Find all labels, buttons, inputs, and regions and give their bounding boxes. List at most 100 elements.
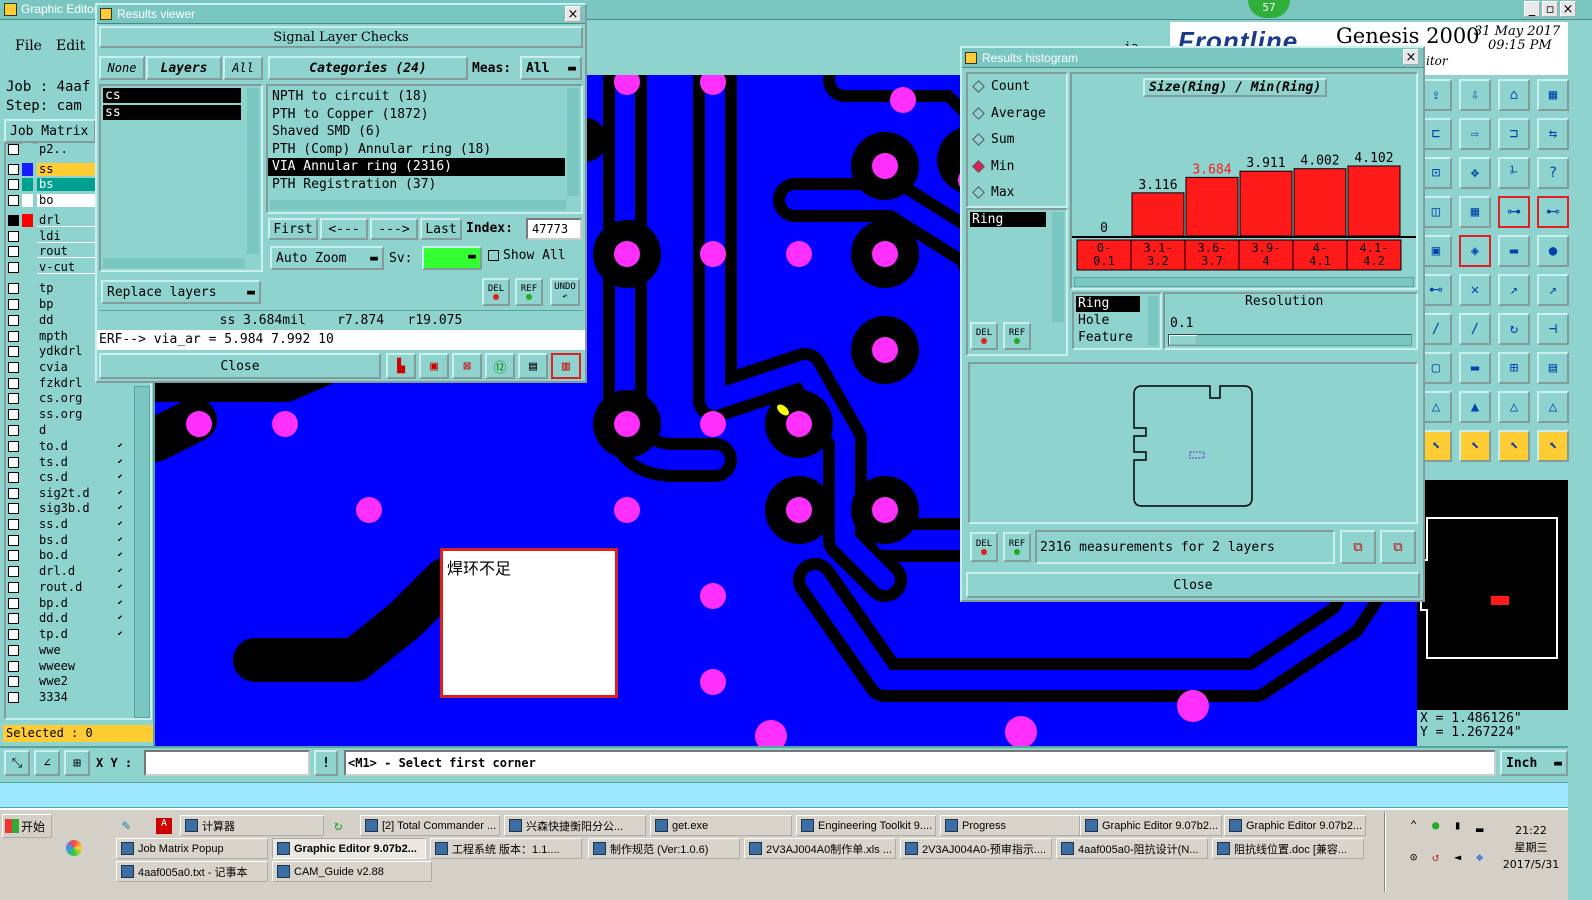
category-item[interactable]: Shaved SMD (6) [268,123,565,141]
dot-icon[interactable]: ● [1537,235,1569,267]
taskbar-item[interactable]: 工程系统 版本：1.1.... [430,838,582,859]
menu-edit[interactable]: Edit [56,38,85,54]
right-arrow-icon[interactable]: ⇨ [1459,118,1491,150]
rv-category-list[interactable]: NPTH to circuit (18) PTH to Copper (1872)… [266,84,583,214]
hist-bar[interactable] [1293,168,1347,237]
layer-checkbox[interactable] [8,425,19,436]
layer-row[interactable]: cs.d ⬋ [8,470,123,485]
rv-category-hscroll[interactable] [270,200,566,210]
auto-zoom-select[interactable]: Auto Zoom ▬ [270,246,384,270]
hist-feature-item[interactable]: Hole [1076,312,1140,329]
tray-search-icon[interactable]: ⊙ [1410,850,1428,878]
taskbar-item[interactable]: 2V3AJ004A0制作单.xls ... [744,838,896,859]
layer-row[interactable]: sig3b.d ⬋ [8,501,123,516]
taskbar-item[interactable]: 阻抗线位置.doc [兼容... [1212,838,1364,859]
tray-signal-icon[interactable]: ▂ [1476,818,1494,846]
histogram-chart[interactable]: 00-0.13.1163.1-3.23.6843.6-3.73.9113.9-4… [1072,100,1416,280]
layer-checkbox[interactable] [8,299,19,310]
layer-row[interactable]: tp.d ⬋ [8,627,123,642]
taskbar-item[interactable]: Engineering Toolkit 9.... [796,815,936,836]
taskbar-item[interactable]: 制作规范 (Ver:1.0.6) [588,838,740,859]
hist-export-2-icon[interactable]: ⧉ [1380,530,1416,564]
taskbar-item[interactable]: Graphic Editor 9.07b2... [1224,815,1366,836]
layer-checkbox[interactable] [8,144,19,155]
tray-green-icon[interactable]: ● [1432,818,1450,846]
taskbar-item[interactable]: Graphic Editor 9.07b2... [1080,815,1222,836]
meas-select[interactable]: All ▬ [520,56,582,80]
line-2-icon[interactable]: ∕ [1459,313,1491,345]
category-item[interactable]: PTH (Comp) Annular ring (18) [268,141,565,159]
layer-checkbox[interactable] [8,246,19,257]
layer-checkbox[interactable] [8,231,19,242]
layer-row[interactable]: bs.d ⬋ [8,533,123,548]
rv-tool-1-icon[interactable]: ▙ [386,353,416,379]
hist-option-max[interactable]: Max [972,185,1014,200]
tee-icon[interactable]: ⊣ [1537,313,1569,345]
pointer-4-icon[interactable]: ⬉ [1537,430,1569,462]
layer-checkbox[interactable] [8,629,19,640]
category-item[interactable]: PTH Registration (37) [268,176,565,194]
hist-feature-item[interactable]: Ring [1076,296,1140,312]
rv-histogram-icon[interactable]: ▥ [551,353,581,379]
categories-button[interactable]: Categories (24) [268,56,468,80]
help-icon[interactable]: ? [1537,157,1569,189]
layer-row[interactable]: to.d ⬋ [8,439,123,454]
measure-tool-button[interactable]: ∠ [34,750,60,776]
taskbar-item[interactable]: Job Matrix Popup [116,838,268,859]
plus-grid-icon[interactable]: ⊞ [1498,352,1530,384]
minimize-button[interactable]: _ [1524,1,1540,17]
layer-row[interactable]: bp.d ⬋ [8,596,123,611]
tray-red-icon[interactable]: ↺ [1432,850,1450,878]
layer-row[interactable]: bo.d ⬋ [8,548,123,563]
pan-icon[interactable]: ✥ [1459,157,1491,189]
layer-checkbox[interactable] [8,346,19,357]
taskbar-item[interactable]: get.exe [650,815,792,836]
tray-battery-icon[interactable]: ▮ [1454,818,1472,846]
layer-row[interactable]: wweew [8,659,123,674]
layer-checkbox[interactable] [8,488,19,499]
layer-row[interactable]: dd.d ⬋ [8,611,123,626]
radio-diamond-icon[interactable] [972,80,985,93]
maximize-button[interactable]: ▫ [1542,1,1558,17]
rv-del-button[interactable]: DEL [482,278,510,306]
layer-checkbox[interactable] [8,315,19,326]
layer-checkbox[interactable] [8,535,19,546]
layer-checkbox[interactable] [8,692,19,703]
hist-option-sum[interactable]: Sum [972,132,1014,147]
layer-row[interactable]: d [8,423,123,438]
layer-row[interactable]: cs.org [8,391,123,406]
hist-bar[interactable] [1347,165,1401,237]
link-right-icon[interactable]: ⊷ [1537,196,1569,228]
swap-icon[interactable]: ⇆ [1537,118,1569,150]
layer-checkbox[interactable] [8,566,19,577]
hist-option-min[interactable]: Min [972,159,1014,174]
layer-checkbox[interactable] [8,215,19,226]
clock[interactable]: 21:22 星期三 2017/5/31 [1496,822,1566,873]
job-matrix-button[interactable]: Job Matrix [4,119,96,143]
rv-ref-button[interactable]: REF [515,278,543,306]
close-window-button[interactable]: × [1560,1,1576,17]
taskbar-item[interactable]: 兴森快捷衡阳分公... [504,815,646,836]
triangle-3-icon[interactable]: △ [1537,391,1569,423]
all-button[interactable]: All [223,56,263,80]
hist-feature-vscroll[interactable] [1148,296,1158,346]
layer-scrollbar[interactable] [134,386,150,718]
layer-checkbox[interactable] [8,409,19,420]
layer-row[interactable]: wwe2 [8,674,123,689]
hist-export-1-icon[interactable]: ⧉ [1340,530,1376,564]
radio-diamond-icon[interactable] [972,133,985,147]
radio-diamond-icon[interactable] [972,159,985,173]
first-button[interactable]: First [268,218,318,240]
show-all-checkbox[interactable] [488,250,499,261]
hist-del-button[interactable]: DEL [970,532,998,562]
rv-layer-list[interactable]: cs ss [99,84,263,272]
hist-bar[interactable] [1185,176,1239,237]
layer-row[interactable]: sig2t.d ⬋ [8,486,123,501]
cross-icon[interactable]: ✕ [1459,274,1491,306]
resolution-slider[interactable] [1168,334,1412,346]
taskbar-item[interactable]: 2V3AJ004A0-预审指示.... [900,838,1052,859]
layer-checkbox[interactable] [8,179,19,190]
none-button[interactable]: None [99,56,145,80]
taskbar-item[interactable]: CAM_Guide v2.88 [272,861,432,882]
layer-checkbox[interactable] [8,441,19,452]
